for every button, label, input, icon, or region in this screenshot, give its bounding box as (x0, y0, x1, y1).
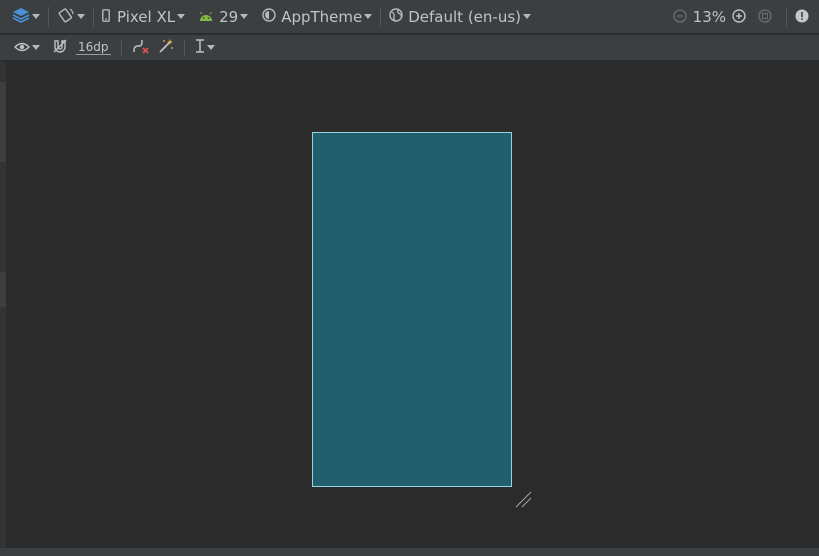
zoom-fit-icon[interactable] (758, 8, 772, 27)
eye-icon (14, 38, 30, 57)
left-panel-strip (0, 62, 6, 548)
theme-icon (262, 7, 276, 26)
phone-icon (102, 7, 110, 26)
clear-constraints-icon (132, 38, 150, 58)
chevron-down-icon (32, 14, 40, 19)
magnet-icon (52, 38, 68, 58)
api-level-selector[interactable]: 29 (195, 0, 252, 33)
api-level-label: 29 (219, 7, 239, 26)
locale-selector[interactable]: Default (en-us) (385, 0, 535, 33)
globe-icon (389, 7, 403, 26)
chevron-down-icon (523, 14, 531, 19)
chevron-down-icon (206, 45, 215, 50)
warning-icon[interactable] (795, 8, 809, 27)
autoconnect-toggle[interactable] (48, 35, 72, 60)
divider (93, 6, 94, 27)
divider (786, 7, 787, 27)
device-label: Pixel XL (117, 7, 176, 26)
theme-label: AppTheme (281, 7, 363, 26)
device-selector[interactable]: Pixel XL (98, 0, 189, 33)
zoom-in-icon[interactable] (732, 8, 746, 27)
panel-tab[interactable] (0, 272, 6, 307)
constraint-toolbar: 16dp (0, 35, 819, 61)
divider (120, 39, 122, 56)
device-preview[interactable] (312, 132, 512, 487)
orientation-button[interactable] (53, 0, 89, 33)
divider (380, 6, 382, 27)
zoom-controls: 13% (673, 0, 819, 34)
android-icon (199, 7, 213, 26)
divider (183, 39, 185, 56)
chevron-down-icon (177, 14, 186, 19)
orientation-icon (57, 7, 75, 27)
chevron-down-icon (364, 14, 373, 19)
align-icon (195, 38, 205, 57)
default-margin-label: 16dp (76, 40, 111, 55)
resize-handle-icon[interactable] (514, 490, 534, 514)
layers-button[interactable] (0, 0, 44, 33)
zoom-out-icon[interactable] (673, 8, 687, 27)
chevron-down-icon (32, 45, 40, 50)
chevron-down-icon (240, 14, 249, 19)
default-margin-button[interactable]: 16dp (72, 35, 115, 60)
clear-constraints-button[interactable] (128, 35, 154, 60)
theme-selector[interactable]: AppTheme (258, 0, 376, 33)
view-options-button[interactable] (0, 35, 44, 60)
design-toolbar: Pixel XL 29 AppTheme Default (en-us) 13% (0, 0, 819, 34)
panel-tab[interactable] (0, 82, 6, 162)
align-button[interactable] (191, 35, 219, 60)
layers-icon (12, 7, 30, 27)
bottom-bar (0, 548, 819, 556)
chevron-down-icon (77, 14, 85, 19)
magic-wand-icon (158, 38, 174, 58)
infer-constraints-button[interactable] (154, 35, 178, 60)
divider (48, 6, 49, 27)
locale-label: Default (en-us) (408, 7, 521, 26)
zoom-level: 13% (692, 8, 726, 26)
